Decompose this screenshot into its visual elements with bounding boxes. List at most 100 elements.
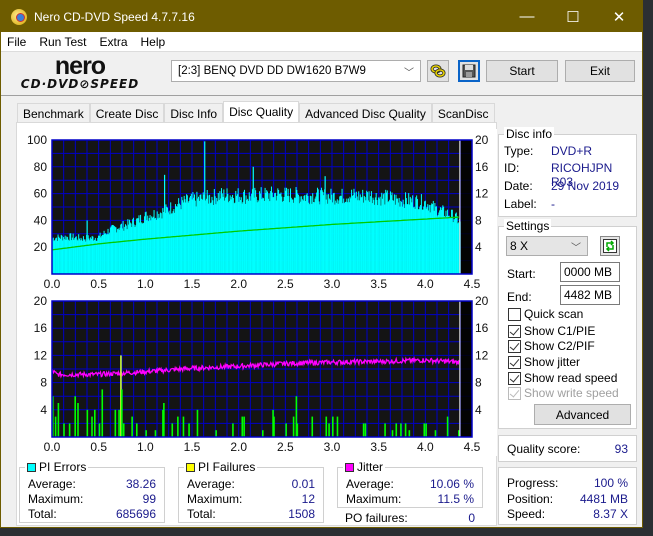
pi-failures-bar [408, 430, 411, 437]
pi-failures-bar [262, 430, 264, 437]
pi-failures-bar [215, 430, 217, 437]
speed-select-value: 8 X [510, 239, 529, 253]
speed-select[interactable]: 8 X ﹀ [506, 236, 588, 256]
pi-failures-bar [145, 430, 147, 437]
pi-failures-bar [273, 416, 275, 437]
y-right-tick-label: 8 [475, 213, 482, 227]
unscanned-region [460, 140, 472, 274]
pi-errors-spike [252, 166, 254, 274]
x-tick-label: 3.0 [324, 440, 341, 454]
jitter-title-text: Jitter [357, 460, 384, 474]
title-bar: Nero CD-DVD Speed 4.7.7.16 — ☐ ✕ [1, 1, 642, 32]
x-tick-label: 1.5 [184, 440, 201, 454]
advanced-button[interactable]: Advanced [534, 404, 631, 425]
pi-failures-total: 1508 [288, 507, 315, 521]
pi-failures-bar [384, 423, 386, 437]
quick-scan-label: Quick scan [524, 307, 584, 321]
minimize-button[interactable]: — [504, 1, 550, 32]
quick-scan-checkbox[interactable]: Quick scan [508, 307, 583, 321]
y-left-tick-label: 20 [34, 294, 48, 308]
y-right-tick-label: 4 [475, 403, 482, 417]
drive-select[interactable]: [2:3] BENQ DVD DD DW1620 B7W9 ﹀ [171, 60, 421, 82]
yellow-legend-swatch [186, 463, 195, 472]
menu-run-test[interactable]: Run Test [39, 35, 86, 49]
pi-failures-bar [74, 396, 76, 437]
disc-type-value: DVD+R [551, 144, 593, 158]
x-tick-label: 4.0 [417, 277, 434, 291]
tab-advanced-disc-quality[interactable]: Advanced Disc Quality [299, 103, 432, 123]
pi-failures-bar [434, 430, 437, 437]
tab-disc-quality[interactable]: Disc Quality [223, 101, 300, 123]
logo-nero: nero [54, 52, 106, 80]
y-right-tick-label: 20 [475, 133, 489, 147]
y-right-tick-label: 4 [475, 240, 482, 254]
pi-failures-bar [94, 409, 96, 437]
floppy-disk-icon [462, 64, 476, 78]
tab-benchmark[interactable]: Benchmark [17, 103, 90, 123]
y-right-tick-label: 16 [475, 321, 489, 335]
pi-failures-bar [163, 403, 165, 437]
refresh-speeds-button[interactable] [600, 236, 620, 256]
window-title: Nero CD-DVD Speed 4.7.7.16 [34, 9, 195, 24]
tab-disc-info[interactable]: Disc Info [164, 103, 224, 123]
tab-scandisc[interactable]: ScanDisc [431, 103, 495, 123]
settings-title: Settings [504, 219, 552, 233]
position-label: Position: [507, 492, 554, 506]
x-tick-label: 4.5 [464, 277, 481, 291]
pi-failures-jitter-chart: 0.0 0.5 1.0 1.5 2.0 2.5 3.0 3.5 4.0 4.5 4 8 12 16 20 4 8… [17, 291, 497, 456]
pi-failures-bar [311, 416, 314, 437]
drive-refresh-button[interactable] [427, 60, 449, 82]
show-c2-pif-checkbox[interactable]: Show C2/PIF [508, 339, 595, 353]
x-tick-label: 3.5 [370, 277, 387, 291]
save-button[interactable] [458, 60, 480, 82]
y-right-tick-label: 12 [475, 348, 489, 362]
pi-errors-title: PI Errors [25, 460, 89, 474]
y-left-tick-label: 12 [34, 348, 48, 362]
quality-score-label: Quality score: [507, 442, 581, 456]
start-label: Start: [507, 267, 536, 281]
show-c1-pie-checkbox[interactable]: Show C1/PIE [508, 324, 595, 338]
jitter-max: 11.5 % [437, 492, 474, 506]
jitter-title: Jitter [343, 460, 386, 474]
max-label: Maximum: [187, 492, 243, 506]
quality-score-value: 93 [614, 442, 628, 456]
speed-value: 8.37 X [593, 507, 628, 521]
start-button[interactable]: Start [486, 60, 558, 82]
pi-failures-bar [400, 423, 402, 437]
toolbar: nero CD·DVD⊘SPEED [2:3] BENQ DVD DD DW16… [1, 52, 642, 96]
menu-file[interactable]: File [7, 35, 26, 49]
start-mb-input[interactable]: 0000 MB [560, 262, 620, 282]
pi-failures-bar [63, 423, 65, 437]
close-button[interactable]: ✕ [596, 1, 642, 32]
pi-failures-bar [154, 430, 157, 437]
checkbox-box [508, 339, 521, 353]
total-label: Total: [187, 507, 216, 521]
pi-failures-bar [296, 423, 299, 437]
jitter-group: Jitter Average: 10.06 % Maximum: 11.5 % [337, 460, 483, 508]
pi-failures-bar [171, 423, 174, 437]
maximize-button[interactable]: ☐ [550, 1, 596, 32]
tab-create-disc[interactable]: Create Disc [89, 103, 165, 123]
menu-help[interactable]: Help [141, 35, 166, 49]
chain-link-icon [430, 64, 446, 78]
pi-failures-bar [336, 416, 339, 437]
y-right-tick-label: 8 [475, 376, 482, 390]
pi-errors-title-text: PI Errors [39, 460, 87, 474]
x-tick-label: 3.0 [324, 277, 341, 291]
pi-failures-bar [121, 389, 123, 437]
x-tick-label: 3.5 [370, 440, 387, 454]
x-tick-label: 2.5 [277, 277, 294, 291]
avg-label: Average: [28, 477, 76, 491]
show-jitter-checkbox[interactable]: Show jitter [508, 355, 580, 369]
total-label: Total: [28, 507, 57, 521]
pi-failures-avg: 0.01 [291, 477, 315, 491]
pi-failures-bar [232, 423, 234, 437]
pi-failures-bar [446, 416, 449, 437]
menu-extra[interactable]: Extra [99, 35, 127, 49]
pi-failures-bar [114, 409, 117, 437]
end-mb-input[interactable]: 4482 MB [560, 285, 620, 305]
show-read-speed-checkbox[interactable]: Show read speed [508, 371, 617, 385]
logo-cddvdspeed: CD·DVD⊘SPEED [20, 77, 140, 91]
exit-button[interactable]: Exit [565, 60, 635, 82]
show-c1-label: Show C1/PIE [524, 324, 596, 338]
